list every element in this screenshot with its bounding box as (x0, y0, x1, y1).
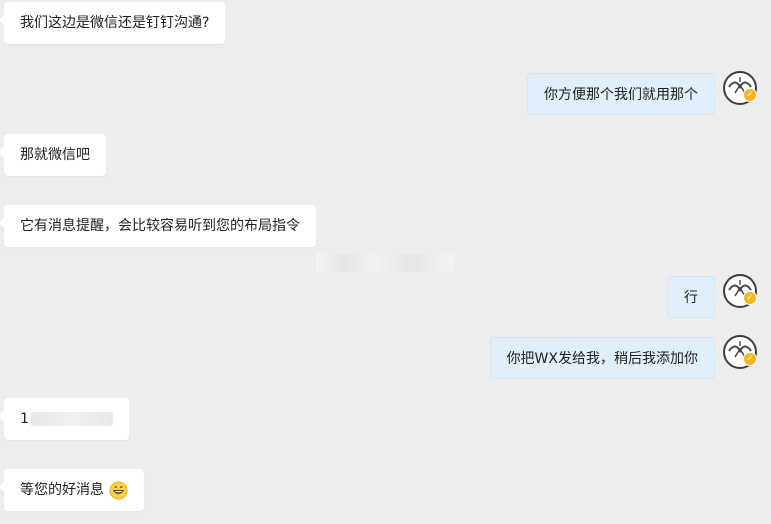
message-bubble[interactable]: 那就微信吧 (0, 134, 106, 176)
message-text: 等您的好消息 (20, 482, 104, 498)
message-bubble[interactable]: 你方便那个我们就用那个 (527, 73, 720, 115)
grinning-emoji-icon (109, 480, 128, 500)
verified-badge-icon: ✓ (743, 352, 757, 366)
message-text: 那就微信吧 (20, 147, 90, 163)
message-row-6: 你把WX发给我，稍后我添加你 ✓ (0, 335, 771, 385)
message-bubble[interactable]: 你把WX发给我，稍后我添加你 (489, 337, 721, 379)
message-text: 你把WX发给我，稍后我添加你 (506, 351, 698, 367)
message-text: 行 (684, 290, 698, 306)
message-row-1: 我们这边是微信还是钉钉沟通? (0, 2, 771, 50)
message-bubble[interactable]: 它有消息提醒，会比较容易听到您的布局指令 (0, 205, 316, 247)
message-row-8: 等您的好消息 (0, 469, 771, 517)
message-bubble[interactable]: 等您的好消息 (0, 469, 145, 511)
message-bubble[interactable]: 行 (667, 276, 720, 318)
message-text: 我们这边是微信还是钉钉沟通? (20, 15, 210, 31)
message-row-4: 它有消息提醒，会比较容易听到您的布局指令 (0, 205, 771, 253)
message-text: 1 (20, 411, 29, 427)
verified-badge-icon: ✓ (743, 88, 757, 102)
message-row-5: 行 ✓ (0, 274, 771, 324)
message-row-2: 你方便那个我们就用那个 ✓ (0, 71, 771, 121)
redacted-text (30, 412, 113, 426)
verified-badge-icon: ✓ (743, 291, 757, 305)
message-bubble[interactable]: 1 (0, 398, 129, 440)
message-text: 它有消息提醒，会比较容易听到您的布局指令 (20, 218, 300, 234)
message-text: 你方便那个我们就用那个 (544, 87, 698, 103)
message-row-7: 1 (0, 398, 771, 446)
message-row-3: 那就微信吧 (0, 134, 771, 182)
redacted-system-message (316, 254, 454, 272)
chat-area[interactable]: 我们这边是微信还是钉钉沟通? 你方便那个我们就用那个 ✓ 那就微信吧 它有消息提… (0, 0, 771, 524)
message-bubble[interactable]: 我们这边是微信还是钉钉沟通? (0, 2, 226, 44)
